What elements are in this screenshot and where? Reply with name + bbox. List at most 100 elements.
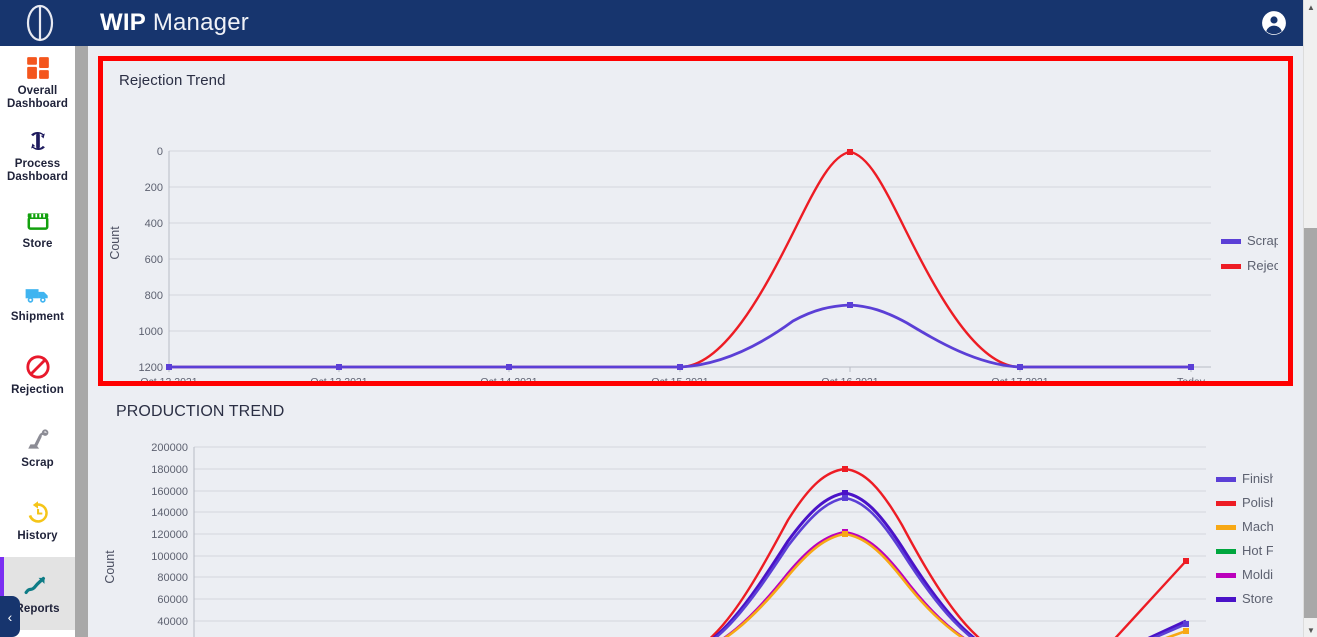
app-title-light: Manager xyxy=(152,9,249,36)
rejection-trend-title: Rejection Trend xyxy=(119,72,226,89)
app-logo[interactable] xyxy=(0,0,80,46)
sidebar-collapse-button[interactable]: ‹ xyxy=(0,596,20,637)
rejection-trend-chart[interactable]: Count 0 200 400 600 800 1000 1200 Scrap … xyxy=(103,93,1288,381)
marker-finished-goods-peak xyxy=(842,495,848,501)
y-axis-title: Count xyxy=(103,550,117,584)
sidebar: Overall Dashboard Process Dashboard Stor… xyxy=(0,46,75,637)
sidebar-item-label: Process Dashboard xyxy=(7,158,68,183)
legend-label-polishing: Polishing xyxy=(1242,495,1273,510)
legend-swatch-molding xyxy=(1216,573,1236,578)
svg-text:Oct 17 2021: Oct 17 2021 xyxy=(991,376,1048,381)
rejection-trend-card: Rejection Trend Count 0 200 400 600 800 … xyxy=(98,56,1293,386)
legend-swatch-finished-goods-store xyxy=(1216,477,1236,482)
y-axis-title: Count xyxy=(108,226,122,260)
page-title: WIP Manager xyxy=(100,9,249,37)
sidebar-item-label: Scrap xyxy=(21,456,54,469)
svg-text:Oct 12 2021: Oct 12 2021 xyxy=(140,376,197,381)
block-forbidden-icon xyxy=(25,353,51,381)
sidebar-item-store[interactable]: Store xyxy=(0,192,75,265)
svg-text:100000: 100000 xyxy=(151,551,188,563)
page-scrollbar-thumb[interactable] xyxy=(1304,228,1317,618)
y-tick-labels: 200000 180000 160000 140000 120000 10000… xyxy=(151,442,188,628)
legend-swatch-hot-forming xyxy=(1216,549,1236,554)
production-trend-plot: Count 200000 180000 160000 140000 120000… xyxy=(103,442,1273,637)
app-root: WIP Manager Overall Dashboard Process Da… xyxy=(0,0,1317,637)
history-clock-icon xyxy=(25,499,51,527)
legend-swatch-polishing xyxy=(1216,501,1236,506)
rejection-trend-plot: Count 0 200 400 600 800 1000 1200 Scrap … xyxy=(108,146,1278,381)
svg-text:160000: 160000 xyxy=(151,486,188,498)
sidebar-item-shipment[interactable]: Shipment xyxy=(0,265,75,338)
sync-arrows-icon xyxy=(25,127,51,155)
svg-text:Oct 15 2021: Oct 15 2021 xyxy=(651,376,708,381)
page-scrollbar[interactable]: ▲ ▼ xyxy=(1303,0,1317,637)
production-trend-card: PRODUCTION TREND Count 200000 180000 160… xyxy=(98,389,1293,637)
series-markers-scrap xyxy=(166,302,1194,370)
wip-ellipse-logo-icon xyxy=(26,4,54,42)
sidebar-item-process-dashboard[interactable]: Process Dashboard xyxy=(0,119,75,192)
sidebar-item-label: Store xyxy=(22,237,53,250)
legend-label-hot-forming: Hot Forming xyxy=(1242,543,1273,558)
scroll-down-arrow-icon[interactable]: ▼ xyxy=(1304,623,1317,637)
legend-swatch-rejection xyxy=(1221,264,1241,269)
svg-text:60000: 60000 xyxy=(157,594,188,606)
sidebar-item-label: Reports xyxy=(15,602,60,615)
y-tick-labels: 0 200 400 600 800 1000 1200 xyxy=(139,146,163,374)
y-gridlines xyxy=(168,150,1211,368)
svg-text:Oct 14 2021: Oct 14 2021 xyxy=(480,376,537,381)
legend-label-scrap: Scrap xyxy=(1247,233,1278,248)
account-circle-icon xyxy=(1262,11,1286,35)
svg-text:0: 0 xyxy=(157,146,163,158)
svg-text:200000: 200000 xyxy=(151,442,188,454)
series-line-scrap xyxy=(169,303,1191,369)
chart-legend: Finished Goods Store Polishing Machining… xyxy=(1216,471,1273,606)
production-trend-chart[interactable]: Count 200000 180000 160000 140000 120000… xyxy=(98,425,1293,637)
legend-label-machining: Machining xyxy=(1242,519,1273,534)
sidebar-item-overall-dashboard[interactable]: Overall Dashboard xyxy=(0,46,75,119)
svg-text:Oct 16 2021: Oct 16 2021 xyxy=(821,376,878,381)
sidebar-item-label: Shipment xyxy=(10,310,65,323)
dashboard-grid-icon xyxy=(25,54,51,82)
marker-machining-end xyxy=(1183,628,1189,634)
svg-text:1000: 1000 xyxy=(139,326,163,338)
sidebar-item-label: History xyxy=(17,529,58,542)
svg-text:80000: 80000 xyxy=(157,572,188,584)
svg-text:140000: 140000 xyxy=(151,507,188,519)
account-button[interactable] xyxy=(1261,10,1287,36)
svg-text:120000: 120000 xyxy=(151,529,188,541)
robot-arm-icon xyxy=(25,426,51,454)
svg-text:400: 400 xyxy=(145,218,163,230)
svg-text:200: 200 xyxy=(145,182,163,194)
sidebar-item-history[interactable]: History xyxy=(0,484,75,557)
svg-text:600: 600 xyxy=(145,254,163,266)
legend-swatch-scrap xyxy=(1221,239,1241,244)
trend-arrow-icon xyxy=(24,572,52,600)
sidebar-item-label: Overall Dashboard xyxy=(7,85,68,110)
sidebar-scrollbar[interactable] xyxy=(75,46,88,637)
legend-swatch-machining xyxy=(1216,525,1236,530)
sidebar-scrollbar-thumb[interactable] xyxy=(75,46,88,637)
y-gridlines xyxy=(193,446,1206,637)
storefront-icon xyxy=(25,207,51,235)
sidebar-item-rejection[interactable]: Rejection xyxy=(0,338,75,411)
marker-polishing-end xyxy=(1183,558,1189,564)
svg-text:1200: 1200 xyxy=(139,362,163,374)
sidebar-item-label: Rejection xyxy=(11,383,64,396)
legend-swatch-store xyxy=(1216,597,1236,602)
marker-finished-goods-end xyxy=(1183,621,1189,627)
delivery-truck-icon xyxy=(24,280,52,308)
sidebar-item-scrap[interactable]: Scrap xyxy=(0,411,75,484)
main-content: Rejection Trend Count 0 200 400 600 800 … xyxy=(88,46,1303,637)
app-header: WIP Manager xyxy=(0,0,1303,46)
svg-text:Oct 13 2021: Oct 13 2021 xyxy=(310,376,367,381)
svg-text:180000: 180000 xyxy=(151,464,188,476)
svg-text:Today: Today xyxy=(1177,376,1206,381)
series-markers-rejection xyxy=(847,149,853,155)
chart-legend: Scrap Rejection xyxy=(1221,233,1278,273)
scroll-up-arrow-icon[interactable]: ▲ xyxy=(1304,0,1317,14)
marker-machining-peak xyxy=(842,531,848,537)
legend-label-finished-goods-store: Finished Goods Store xyxy=(1242,471,1273,486)
svg-text:40000: 40000 xyxy=(157,616,188,628)
production-trend-title: PRODUCTION TREND xyxy=(116,403,285,420)
legend-label-rejection: Rejection xyxy=(1247,258,1278,273)
